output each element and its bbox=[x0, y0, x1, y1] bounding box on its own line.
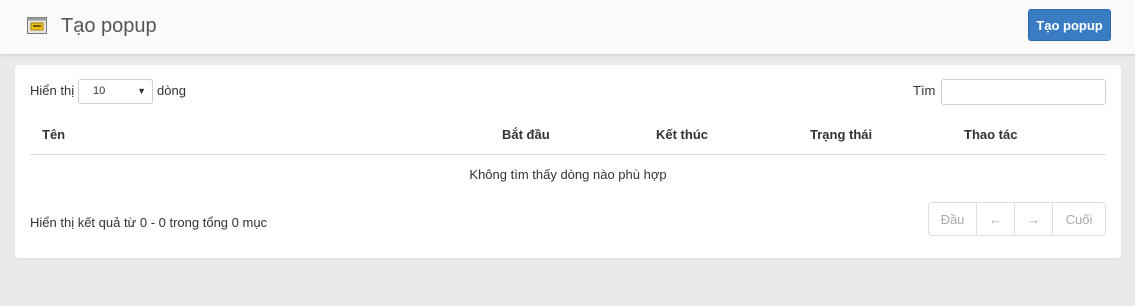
pagination-prev-button[interactable]: ← bbox=[977, 203, 1015, 235]
search-label: Tìm bbox=[913, 83, 936, 98]
column-header-name[interactable]: Tên bbox=[42, 127, 65, 142]
table-panel: Hiển thị 10 ▼ dòng Tìm Tên Bắt đầu Kết t… bbox=[15, 65, 1121, 258]
page-length-value: 10 bbox=[93, 85, 106, 97]
pagination-last-button[interactable]: Cuối bbox=[1053, 203, 1105, 235]
pagination-first-button[interactable]: Đầu bbox=[929, 203, 977, 235]
pagination-next-button[interactable]: → bbox=[1015, 203, 1053, 235]
column-header-end[interactable]: Kết thúc bbox=[656, 127, 708, 142]
length-label-suffix: dòng bbox=[157, 83, 186, 98]
header-divider bbox=[30, 154, 1106, 155]
length-label-prefix: Hiển thị bbox=[30, 83, 75, 98]
search-input[interactable] bbox=[941, 79, 1106, 105]
page-title: Tạo popup bbox=[61, 15, 157, 37]
chevron-down-icon: ▼ bbox=[137, 86, 146, 96]
table-info: Hiển thị kết quả từ 0 - 0 trong tổng 0 m… bbox=[30, 215, 268, 230]
column-header-start[interactable]: Bắt đầu bbox=[502, 127, 550, 142]
column-header-status[interactable]: Trạng thái bbox=[810, 127, 872, 142]
create-popup-button[interactable]: Tạo popup bbox=[1028, 9, 1111, 41]
pagination: Đầu ← → Cuối bbox=[928, 202, 1106, 236]
column-header-actions[interactable]: Thao tác bbox=[964, 127, 1017, 142]
popup-window-icon bbox=[27, 17, 47, 34]
top-bar: Tạo popup Tạo popup bbox=[0, 0, 1135, 55]
page-length-select[interactable]: 10 ▼ bbox=[78, 79, 153, 104]
empty-table-message: Không tìm thấy dòng nào phù hợp bbox=[469, 167, 667, 182]
